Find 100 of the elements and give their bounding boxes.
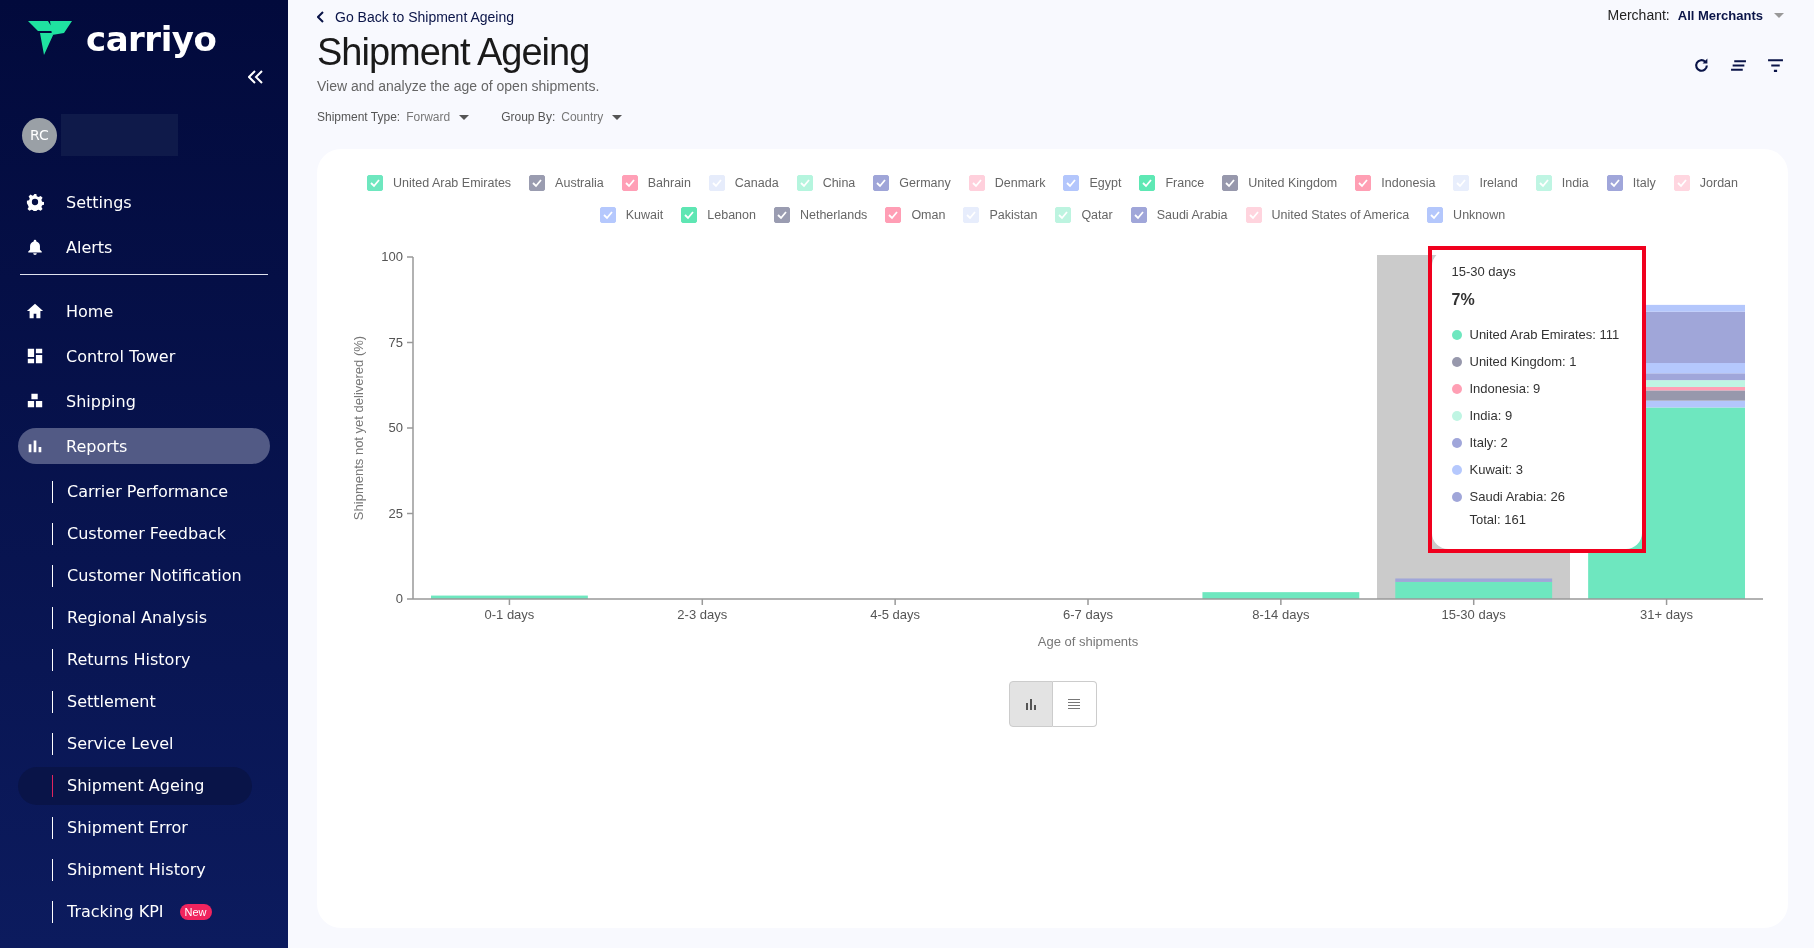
legend-checkbox[interactable]: [681, 207, 698, 223]
legend-label: India: [1561, 176, 1589, 190]
y-tick-label: 50: [388, 420, 403, 435]
legend-checkbox[interactable]: [1427, 207, 1444, 223]
sort-lines-icon[interactable]: [1730, 57, 1747, 74]
check-icon: [875, 177, 888, 189]
legend-label: Bahrain: [647, 176, 691, 190]
sidebar-subitem[interactable]: Customer Notification: [18, 557, 252, 595]
home-icon: [26, 302, 44, 320]
legend-label: Italy: [1632, 176, 1656, 190]
sidebar-item[interactable]: Settings: [18, 184, 270, 220]
sidebar-subitem[interactable]: Returns History: [18, 641, 252, 679]
check-icon: [1247, 209, 1260, 221]
legend-label: Australia: [555, 176, 604, 190]
bar-segment[interactable]: [430, 595, 588, 599]
sidebar-item[interactable]: Shipping: [18, 383, 270, 419]
y-tick-label: 0: [395, 591, 403, 606]
legend-label: Indonesia: [1381, 176, 1436, 190]
sidebar-subitem[interactable]: Service Level: [18, 725, 252, 763]
sidebar-item[interactable]: Reports: [18, 428, 270, 464]
filter-dropdown[interactable]: Shipment Type: Forward: [317, 110, 470, 124]
collapse-icon[interactable]: [248, 70, 264, 84]
legend-checkbox[interactable]: [773, 207, 790, 223]
check-icon: [531, 177, 544, 189]
sidebar-subitem[interactable]: Carrier Performance: [18, 473, 252, 511]
x-tick-label: 2-3 days: [676, 607, 727, 622]
check-icon: [970, 177, 983, 189]
dashboard-icon: [26, 347, 44, 365]
check-icon: [369, 177, 381, 189]
check-icon: [1057, 209, 1070, 221]
merchant-dropdown[interactable]: Merchant: All Merchants: [1607, 7, 1788, 23]
sidebar-subitem[interactable]: Customer Feedback: [18, 515, 252, 553]
check-icon: [1537, 177, 1550, 189]
legend-label: Egypt: [1089, 176, 1122, 190]
legend-checkbox[interactable]: [1222, 175, 1239, 191]
filter-icon[interactable]: [1767, 57, 1784, 74]
legend-checkbox[interactable]: [621, 175, 638, 191]
y-tick-label: 100: [380, 249, 403, 264]
sidebar-item[interactable]: Alerts: [18, 229, 270, 265]
caret-icon: [1774, 12, 1784, 18]
tooltip-entry: Indonesia: 9: [1469, 381, 1541, 396]
legend-checkbox[interactable]: [1606, 175, 1623, 191]
sidebar-subitem[interactable]: Shipment Ageing: [18, 767, 252, 805]
legend-label: Netherlands: [799, 208, 868, 222]
legend-label: Canada: [734, 176, 779, 190]
legend-label: Kuwait: [625, 208, 664, 222]
sidebar-subitem[interactable]: Shipment Error: [18, 809, 252, 847]
check-icon: [1608, 177, 1621, 189]
sidebar-subitem[interactable]: Tracking KPI New: [18, 893, 252, 931]
settings-icon: [26, 193, 44, 211]
check-icon: [1429, 209, 1442, 221]
x-tick-label: 15-30 days: [1441, 607, 1506, 622]
tooltip-entry: India: 9: [1469, 408, 1513, 423]
sidebar-item[interactable]: Home: [18, 293, 270, 329]
legend-label: United States of America: [1271, 208, 1410, 222]
legend-label: Pakistan: [989, 208, 1038, 222]
bell-icon: [26, 238, 44, 256]
check-icon: [798, 177, 811, 189]
bar-chart-icon: [1023, 697, 1038, 711]
legend-checkbox[interactable]: [885, 207, 902, 223]
tooltip-total: Total: 161: [1468, 512, 1527, 527]
logo-mark-icon: [28, 21, 74, 57]
x-tick-label: 8-14 days: [1251, 607, 1309, 622]
sidebar-item[interactable]: Control Tower: [18, 338, 270, 374]
legend-checkbox[interactable]: [873, 175, 890, 191]
legend-label: France: [1165, 176, 1205, 190]
legend-label: Saudi Arabia: [1156, 208, 1228, 222]
refresh-icon[interactable]: [1693, 57, 1710, 74]
legend-label: Unknown: [1453, 208, 1506, 222]
legend-label: Lebanon: [707, 208, 756, 222]
sidebar-subitem[interactable]: Shipment History: [18, 851, 252, 889]
legend-label: Ireland: [1479, 176, 1518, 190]
check-icon: [1132, 209, 1145, 221]
chart-view-button[interactable]: [1008, 681, 1053, 727]
boxes-icon: [26, 392, 44, 410]
legend-label: China: [822, 176, 856, 190]
check-icon: [1675, 177, 1688, 189]
tooltip-entry: United Kingdom: 1: [1469, 354, 1577, 369]
check-icon: [683, 209, 696, 221]
legend-checkbox[interactable]: [1139, 175, 1156, 191]
legend-checkbox[interactable]: [367, 175, 383, 191]
back-link[interactable]: Go Back to Shipment Ageing: [317, 9, 623, 25]
filter-dropdown[interactable]: Group By: Country: [501, 110, 623, 124]
legend-checkbox[interactable]: [1130, 207, 1147, 223]
y-axis-title: Shipments not yet delivered (%): [350, 335, 366, 521]
x-tick-label: 6-7 days: [1062, 607, 1113, 622]
legend-checkbox[interactable]: [529, 175, 546, 191]
table-view-button[interactable]: [1052, 681, 1097, 727]
check-icon: [965, 209, 978, 221]
chevron-left-icon: [317, 11, 325, 23]
legend-checkbox[interactable]: [599, 207, 616, 223]
legend-checkbox[interactable]: [1355, 175, 1372, 191]
x-axis-title: Age of shipments: [1037, 634, 1138, 649]
sidebar-subitem[interactable]: Settlement: [18, 683, 252, 721]
legend-label: Denmark: [994, 176, 1046, 190]
legend-checkbox[interactable]: [1063, 175, 1080, 191]
check-icon: [601, 209, 614, 221]
tooltip-entry: Italy: 2: [1469, 435, 1508, 450]
tooltip-title: 15-30 days: [1451, 264, 1517, 279]
sidebar-subitem[interactable]: Regional Analysis: [18, 599, 252, 637]
